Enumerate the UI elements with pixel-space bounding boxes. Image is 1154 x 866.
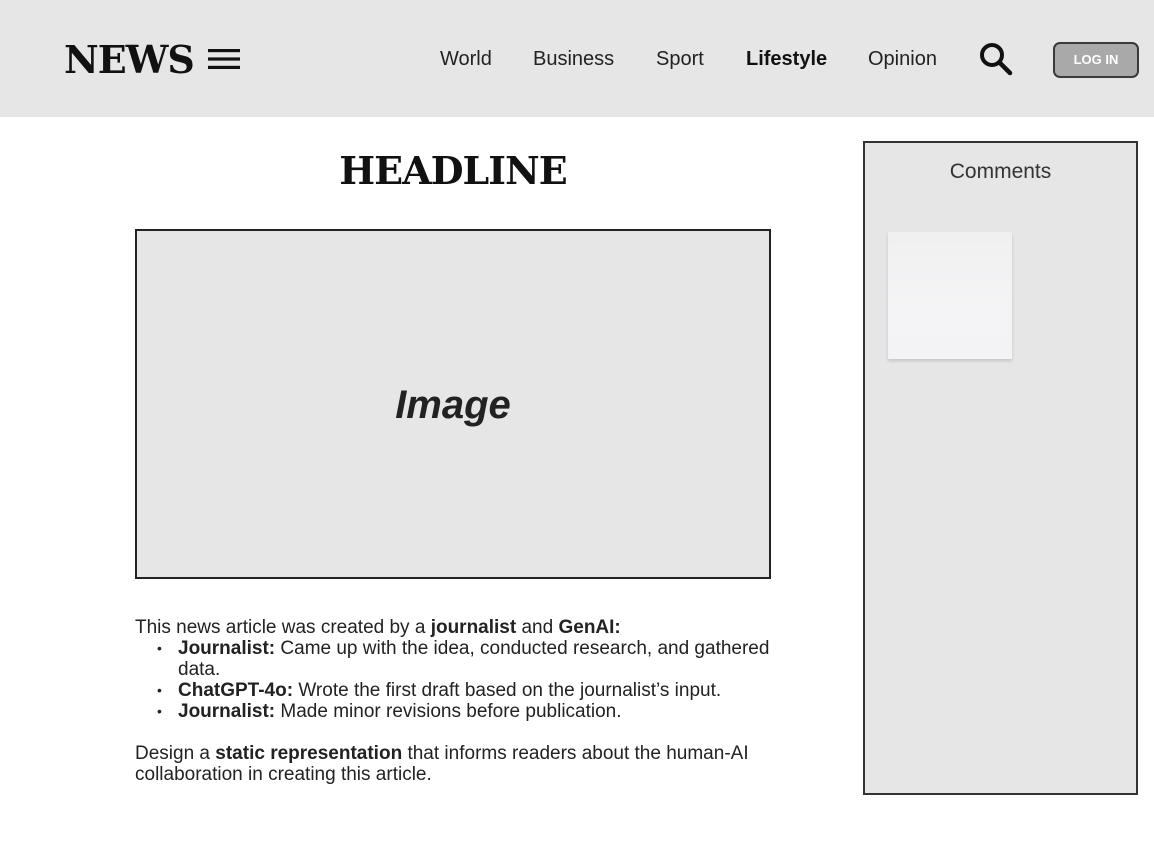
- article-headline: HEADLINE: [339, 148, 568, 193]
- intro-and: and: [516, 617, 559, 638]
- intro-genai: GenAI:: [558, 617, 621, 638]
- article-body: This news article was created by a journ…: [135, 617, 775, 785]
- sticky-note[interactable]: [888, 232, 1012, 359]
- hamburger-menu-icon[interactable]: [208, 47, 240, 71]
- nav-item-world[interactable]: World: [440, 47, 492, 71]
- login-button[interactable]: LOG IN: [1053, 42, 1139, 78]
- contribution-role: Journalist:: [178, 701, 276, 722]
- search-icon[interactable]: [979, 42, 1013, 76]
- contribution-role: Journalist:: [178, 638, 276, 659]
- site-logo[interactable]: NEWS: [64, 38, 195, 82]
- image-placeholder-label: Image: [395, 383, 511, 427]
- task-description: Design a static representation that info…: [135, 743, 775, 785]
- contribution-list: Journalist: Came up with the idea, condu…: [135, 638, 775, 722]
- contribution-text: Made minor revisions before publication.: [275, 701, 622, 722]
- nav-item-opinion[interactable]: Opinion: [868, 47, 937, 71]
- site-header: NEWS World Business Sport Lifestyle Opin…: [0, 0, 1154, 117]
- article-image-placeholder: Image: [135, 229, 771, 579]
- list-item: Journalist: Came up with the idea, condu…: [157, 638, 775, 680]
- list-item: ChatGPT-4o: Wrote the first draft based …: [157, 680, 775, 701]
- nav-item-business[interactable]: Business: [533, 47, 614, 71]
- list-item: Journalist: Made minor revisions before …: [157, 701, 775, 722]
- task-bold: static representation: [215, 743, 403, 764]
- nav-item-sport[interactable]: Sport: [656, 47, 704, 71]
- comments-title: Comments: [949, 160, 1052, 183]
- comments-panel: Comments: [863, 141, 1138, 795]
- intro-text: This news article was created by a: [135, 617, 431, 638]
- intro-journalist: journalist: [430, 617, 517, 638]
- article-intro: This news article was created by a journ…: [135, 617, 775, 638]
- nav-item-lifestyle[interactable]: Lifestyle: [746, 47, 827, 71]
- task-text: Design a: [135, 743, 216, 764]
- contribution-text: Wrote the first draft based on the journ…: [293, 680, 722, 701]
- contribution-role: ChatGPT-4o:: [178, 680, 294, 701]
